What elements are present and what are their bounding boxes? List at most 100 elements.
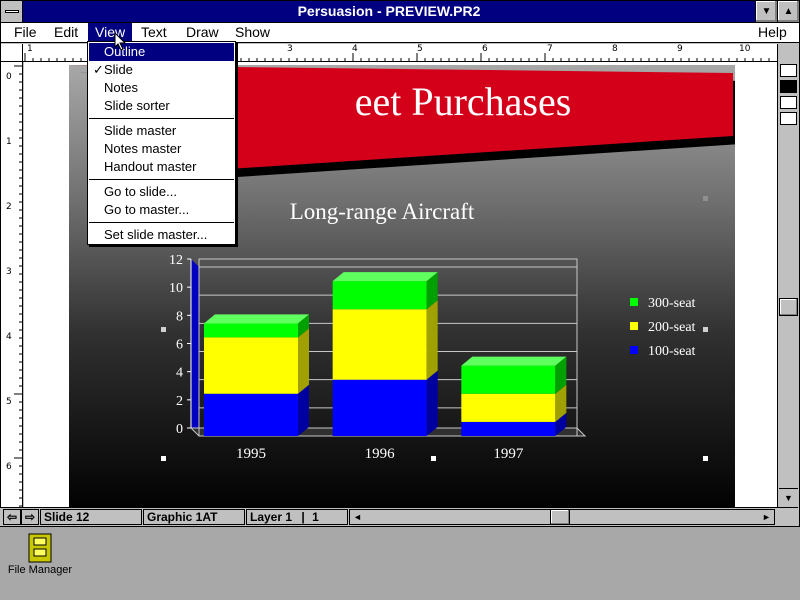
- vruler-number: 0: [6, 72, 12, 82]
- menu-text[interactable]: Text: [134, 23, 174, 42]
- view-toolbar: ▼: [777, 44, 799, 508]
- y-tick-label: 10: [169, 281, 183, 296]
- layer-indicator[interactable]: Layer 1 | 1: [246, 509, 348, 525]
- y-tick-label: 2: [176, 394, 183, 409]
- menu-item-go-to-master[interactable]: Go to master...: [89, 201, 234, 219]
- next-slide-button[interactable]: ⇨: [21, 509, 39, 525]
- menu-item-slide[interactable]: ✓ Slide: [89, 61, 234, 79]
- hruler-number: 4: [352, 44, 358, 54]
- x-category-label: 1997: [493, 446, 524, 462]
- status-bar: ⇦ ⇨ Slide 12 Graphic 1AT Layer 1 | 1 ◄ ►: [0, 507, 798, 526]
- scroll-right-icon[interactable]: ►: [762, 510, 771, 524]
- selection-handle[interactable]: [161, 327, 166, 332]
- hruler-number: 10: [739, 44, 751, 54]
- vruler-number: 3: [6, 267, 12, 277]
- menu-item-set-slide-master[interactable]: Set slide master...: [89, 226, 234, 244]
- bar-side-200-seat: [426, 300, 438, 380]
- menu-item-notes-master[interactable]: Notes master: [89, 140, 234, 158]
- y-tick-label: 8: [176, 309, 183, 324]
- vertical-scrollbar[interactable]: ▼: [779, 130, 798, 507]
- system-menu-box[interactable]: [1, 1, 23, 22]
- vertical-ruler: 0 1 2 3 4 5 6: [1, 62, 23, 508]
- y-tick-label: 12: [169, 253, 183, 268]
- bar-segment-300-seat: [461, 365, 556, 394]
- sorter-view-button[interactable]: [780, 112, 797, 125]
- ruler-corner: [1, 44, 23, 62]
- menu-separator: [89, 118, 234, 119]
- bar-side-200-seat: [298, 328, 309, 394]
- menu-item-notes[interactable]: Notes: [89, 79, 234, 97]
- menu-item-label: Notes master: [104, 141, 182, 156]
- selection-handle[interactable]: [703, 456, 708, 461]
- selection-handle[interactable]: [161, 456, 166, 461]
- window-title: Persuasion - PREVIEW.PR2: [297, 3, 481, 19]
- menu-edit[interactable]: Edit: [47, 23, 85, 42]
- hruler-number: 8: [612, 44, 618, 54]
- vruler-number: 4: [6, 332, 12, 342]
- menu-item-label: Handout master: [104, 159, 197, 174]
- hruler-number: 5: [417, 44, 423, 54]
- view-menu-dropdown: Outline ✓ Slide Notes Slide sorter Slide …: [87, 41, 236, 245]
- legend-swatch: [630, 298, 638, 306]
- menu-item-label: Set slide master...: [104, 227, 208, 242]
- bar-segment-200-seat: [461, 393, 556, 422]
- bar-segment-300-seat: [204, 323, 298, 338]
- bar-segment-300-seat: [332, 281, 427, 310]
- menu-item-go-to-slide[interactable]: Go to slide...: [89, 183, 234, 201]
- legend-swatch: [630, 322, 638, 330]
- slide-view-button[interactable]: [780, 80, 797, 93]
- vruler-number: 5: [6, 397, 12, 407]
- menu-file[interactable]: File: [7, 23, 44, 42]
- bar-side-100-seat: [426, 370, 438, 436]
- vertical-scroll-thumb[interactable]: [779, 298, 798, 316]
- checkmark-icon: ✓: [93, 62, 104, 77]
- x-category-label: 1995: [236, 446, 266, 462]
- hruler-number: 7: [547, 44, 553, 54]
- hruler-number: 9: [677, 44, 683, 54]
- bar-side-100-seat: [298, 384, 309, 436]
- slide-indicator[interactable]: Slide 12: [40, 509, 142, 525]
- notes-view-button[interactable]: [780, 96, 797, 109]
- menu-draw[interactable]: Draw: [179, 23, 226, 42]
- vruler-number: 2: [6, 202, 12, 212]
- selection-handle[interactable]: [703, 196, 708, 201]
- outline-view-button[interactable]: [780, 64, 797, 77]
- prev-slide-button[interactable]: ⇦: [3, 509, 21, 525]
- scroll-left-icon[interactable]: ◄: [353, 510, 362, 524]
- menu-help[interactable]: Help: [751, 23, 794, 42]
- selection-handle[interactable]: [431, 456, 436, 461]
- menu-item-label: Slide: [104, 62, 133, 77]
- layer-number: 1: [312, 510, 319, 524]
- bar-segment-100-seat: [204, 393, 298, 436]
- vertical-ruler-ticks: [14, 65, 23, 507]
- horizontal-scroll-thumb[interactable]: [550, 509, 570, 525]
- menu-show[interactable]: Show: [228, 23, 277, 42]
- y-tick-label: 4: [176, 366, 183, 381]
- menu-item-slide-sorter[interactable]: Slide sorter: [89, 97, 234, 115]
- hruler-number: 1: [27, 44, 33, 54]
- menu-separator: [89, 179, 234, 180]
- bar-top-300-seat: [204, 314, 309, 324]
- vruler-number: 1: [6, 137, 12, 147]
- menu-item-label: Slide sorter: [104, 98, 170, 113]
- vruler-number: 6: [6, 462, 12, 472]
- x-category-label: 1996: [365, 446, 396, 462]
- menu-item-slide-master[interactable]: Slide master: [89, 122, 234, 140]
- object-indicator: Graphic 1AT: [143, 509, 245, 525]
- menu-item-label: Slide master: [104, 123, 177, 138]
- menu-item-outline[interactable]: Outline: [89, 43, 234, 61]
- maximize-icon: ▲: [783, 6, 794, 17]
- selection-handle[interactable]: [703, 327, 708, 332]
- layer-divider: |: [301, 510, 305, 524]
- menu-item-handout-master[interactable]: Handout master: [89, 158, 234, 176]
- scroll-down-button[interactable]: ▼: [779, 488, 798, 506]
- file-manager-label[interactable]: File Manager: [4, 564, 76, 576]
- slide-title[interactable]: eet Purchases: [355, 79, 572, 124]
- bar-chart[interactable]: 0 2 4 6 8 10 12 1995 1996 1997 300-seat 200-seat 100…: [169, 253, 696, 462]
- slide-subtitle[interactable]: Long-range Aircraft: [290, 199, 475, 224]
- minimize-button[interactable]: ▼: [755, 1, 777, 22]
- horizontal-scrollbar[interactable]: ◄ ►: [349, 509, 775, 525]
- y-tick-label: 0: [176, 422, 183, 437]
- bar-segment-200-seat: [332, 309, 427, 380]
- maximize-button[interactable]: ▲: [777, 1, 799, 22]
